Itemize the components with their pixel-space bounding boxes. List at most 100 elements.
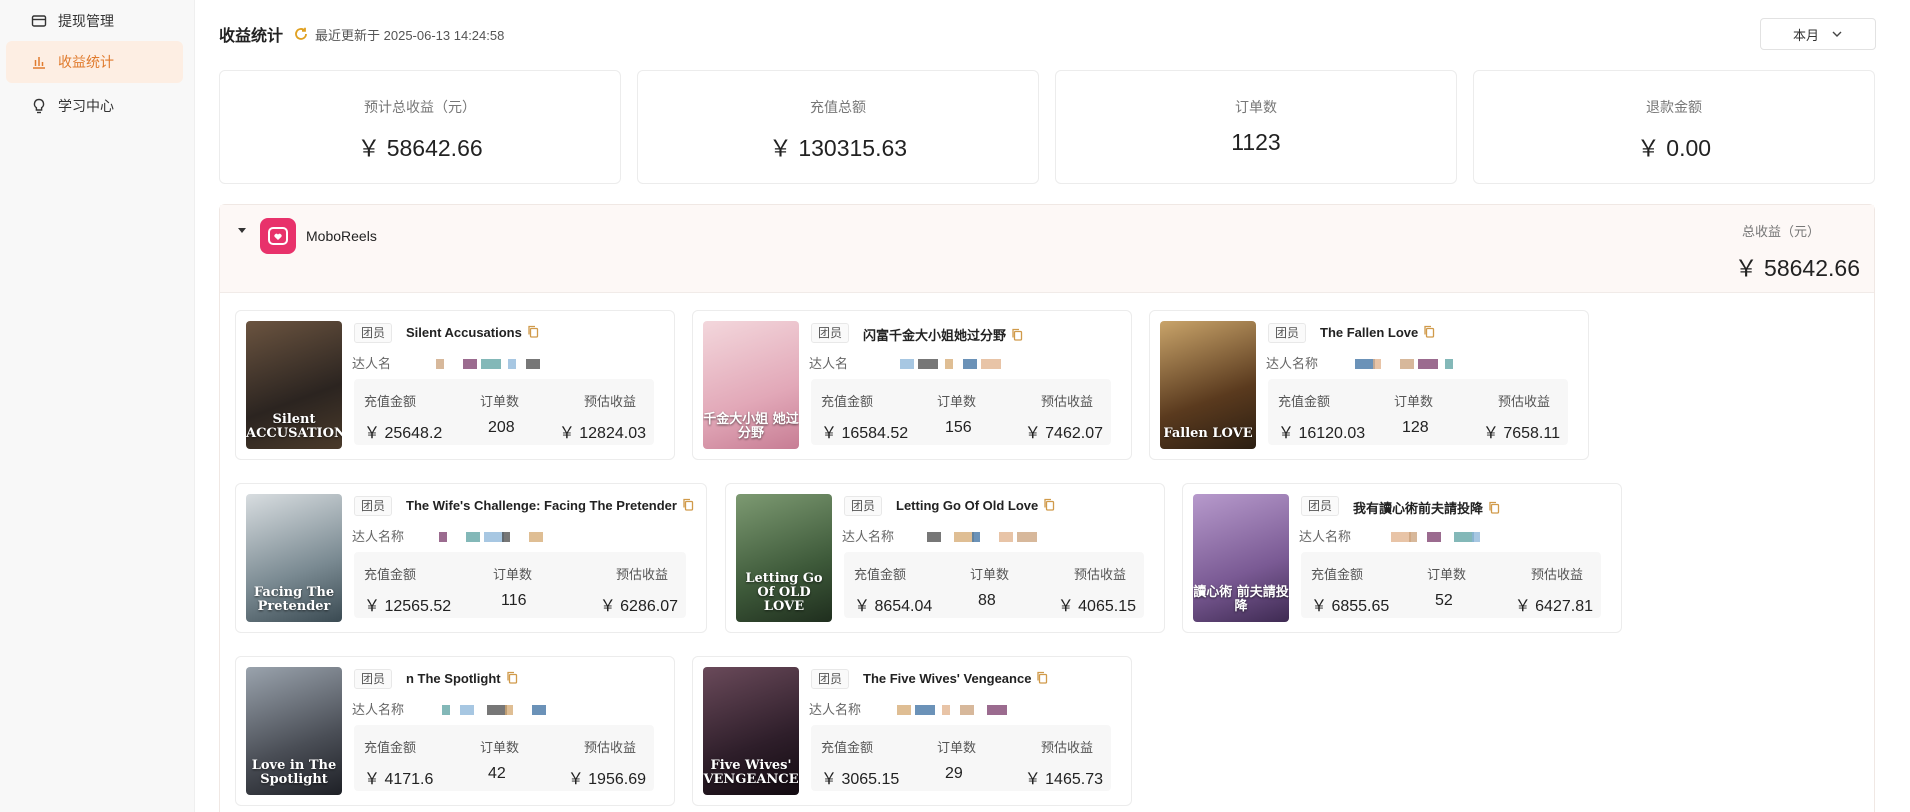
bar-chart-icon [30, 53, 48, 71]
masked-text-block [999, 532, 1013, 542]
sidebar: 提现管理 收益统计 学习中心 [0, 0, 195, 812]
member-tag: 团员 [354, 669, 393, 689]
sidebar-item-earnings[interactable]: 收益统计 [6, 41, 183, 83]
metric-value-income: ￥ 7658.11 [1482, 425, 1560, 442]
metric-value-orders: 128 [1402, 419, 1429, 436]
masked-text-block [987, 705, 1007, 715]
copy-icon[interactable] [506, 671, 518, 684]
metric-value-orders: 42 [488, 765, 506, 782]
drama-poster[interactable]: Facing The Pretender [246, 494, 342, 622]
metric-value-recharge: ￥ 8654.04 [854, 598, 933, 615]
drama-poster[interactable]: Fallen LOVE [1160, 321, 1256, 449]
masked-text-block [954, 532, 974, 542]
metric-label-recharge: 充值金额 [364, 394, 417, 409]
metric-label-income: 预估收益 [583, 740, 636, 755]
masked-text-block [526, 359, 540, 369]
stat-card-order-count: 订单数 1123 [1055, 70, 1457, 184]
masked-text-block [945, 359, 953, 369]
masked-text-block [505, 705, 513, 715]
metric-value-income: ￥ 4065.15 [1057, 598, 1136, 615]
copy-icon[interactable] [1043, 498, 1055, 511]
stat-value: 1123 [1231, 129, 1281, 155]
stat-label: 充值总额 [810, 99, 866, 115]
copy-icon[interactable] [527, 325, 539, 338]
masked-text-block [1445, 359, 1453, 369]
poster-title: 讀心術 前夫請投降 [1193, 585, 1289, 614]
drama-title-text: Silent Accusations [406, 325, 522, 340]
talent-name-label: 达人名称 [809, 702, 862, 717]
masked-text-block [1409, 532, 1417, 542]
masked-text-block [918, 359, 938, 369]
drama-card[interactable]: Silent ACCUSATIONS 团员 Silent Accusations 达人… [235, 310, 675, 460]
member-tag: 团员 [1268, 323, 1307, 343]
masked-text-block [484, 532, 504, 542]
copy-icon[interactable] [1036, 671, 1048, 684]
masked-text-block [532, 705, 546, 715]
metric-label-income: 预估收益 [1497, 394, 1550, 409]
refresh-icon[interactable] [293, 26, 309, 42]
drama-card[interactable]: Facing The Pretender 团员 The Wife's Challen… [235, 483, 707, 633]
metric-value-recharge: ￥ 16120.03 [1278, 425, 1366, 442]
drama-poster[interactable]: Letting Go Of OLD LOVE [736, 494, 832, 622]
poster-title: Five Wives' VENGEANCE [703, 758, 799, 787]
metric-value-income: ￥ 1956.69 [567, 771, 646, 788]
drama-title: 我有讀心術前夫請投降 [1353, 498, 1500, 517]
drama-metrics: 充值金额 订单数 预估收益 ￥ 6855.65 52 ￥ 6427.81 [1301, 552, 1601, 618]
drama-card[interactable]: Five Wives' VENGEANCE 团员 The Five Wives' V… [692, 656, 1132, 806]
masked-text-block [502, 532, 510, 542]
sidebar-item-withdraw[interactable]: 提现管理 [6, 0, 183, 42]
masked-text-block [1373, 359, 1381, 369]
metric-label-recharge: 充值金额 [821, 740, 874, 755]
drama-title-text: The Wife's Challenge: Facing The Pretend… [406, 498, 677, 513]
drama-title-text: The Five Wives' Vengeance [863, 671, 1032, 686]
poster-title: Silent ACCUSATIONS [246, 412, 342, 441]
masked-text-block [897, 705, 911, 715]
masked-text-block [481, 359, 501, 369]
stat-card-estimated-income: 预计总收益（元） ￥ 58642.66 [219, 70, 621, 184]
poster-title: 千金大小姐 她过分野 [703, 412, 799, 441]
metric-label-recharge: 充值金额 [821, 394, 874, 409]
drama-poster[interactable]: 讀心術 前夫請投降 [1193, 494, 1289, 622]
metric-value-income: ￥ 12824.03 [558, 425, 646, 442]
masked-text-block [463, 359, 477, 369]
talent-name-label: 达人名称 [1266, 356, 1319, 371]
copy-icon[interactable] [1011, 328, 1023, 341]
drama-card[interactable]: 讀心術 前夫請投降 团员 我有讀心術前夫請投降 达人名称 充值金额 订单数 预估收益 ￥ 68… [1182, 483, 1622, 633]
masked-text-block [963, 359, 977, 369]
metric-label-income: 预估收益 [1040, 394, 1093, 409]
metric-value-income: ￥ 6427.81 [1514, 598, 1593, 615]
drama-card[interactable]: Letting Go Of OLD LOVE 团员 Letting Go Of Ol… [725, 483, 1165, 633]
sidebar-item-learning[interactable]: 学习中心 [6, 85, 183, 127]
drama-title: The Five Wives' Vengeance [863, 671, 1048, 686]
member-tag: 团员 [354, 323, 393, 343]
metric-value-orders: 88 [978, 592, 996, 609]
metric-label-orders: 订单数 [937, 740, 977, 755]
poster-title: Fallen LOVE [1163, 426, 1253, 441]
drama-metrics: 充值金额 订单数 预估收益 ￥ 16584.52 156 ￥ 7462.07 [811, 379, 1111, 445]
metric-label-recharge: 充值金额 [854, 567, 907, 582]
masked-text-block [1017, 532, 1037, 542]
copy-icon[interactable] [1423, 325, 1435, 338]
masked-text-block [529, 532, 543, 542]
masked-text-block [915, 705, 935, 715]
masked-text-block [1400, 359, 1414, 369]
platform-name: MoboReels [306, 228, 377, 244]
drama-card[interactable]: Fallen LOVE 团员 The Fallen Love 达人名称 充值金额 订单数 预… [1149, 310, 1589, 460]
drama-poster[interactable]: 千金大小姐 她过分野 [703, 321, 799, 449]
collapse-caret-icon[interactable] [236, 223, 248, 235]
member-tag: 团员 [1301, 496, 1340, 516]
metric-value-recharge: ￥ 25648.2 [364, 425, 443, 442]
drama-poster[interactable]: Five Wives' VENGEANCE [703, 667, 799, 795]
drama-title-text: The Fallen Love [1320, 325, 1419, 340]
metric-value-income: ￥ 1465.73 [1024, 771, 1103, 788]
masked-text-block [1454, 532, 1474, 542]
copy-icon[interactable] [1488, 501, 1500, 514]
drama-poster[interactable]: Silent ACCUSATIONS [246, 321, 342, 449]
period-select[interactable]: 本月 [1760, 18, 1876, 50]
metric-value-recharge: ￥ 4171.6 [364, 771, 434, 788]
copy-icon[interactable] [682, 498, 694, 511]
drama-card[interactable]: 千金大小姐 她过分野 团员 闪富千金大小姐她过分野 达人名 充值金额 订单数 预估收益 ￥ 1… [692, 310, 1132, 460]
drama-poster[interactable]: Love in The Spotlight [246, 667, 342, 795]
drama-card[interactable]: Love in The Spotlight 团员 n The Spotlight 达人… [235, 656, 675, 806]
metric-value-orders: 52 [1435, 592, 1453, 609]
